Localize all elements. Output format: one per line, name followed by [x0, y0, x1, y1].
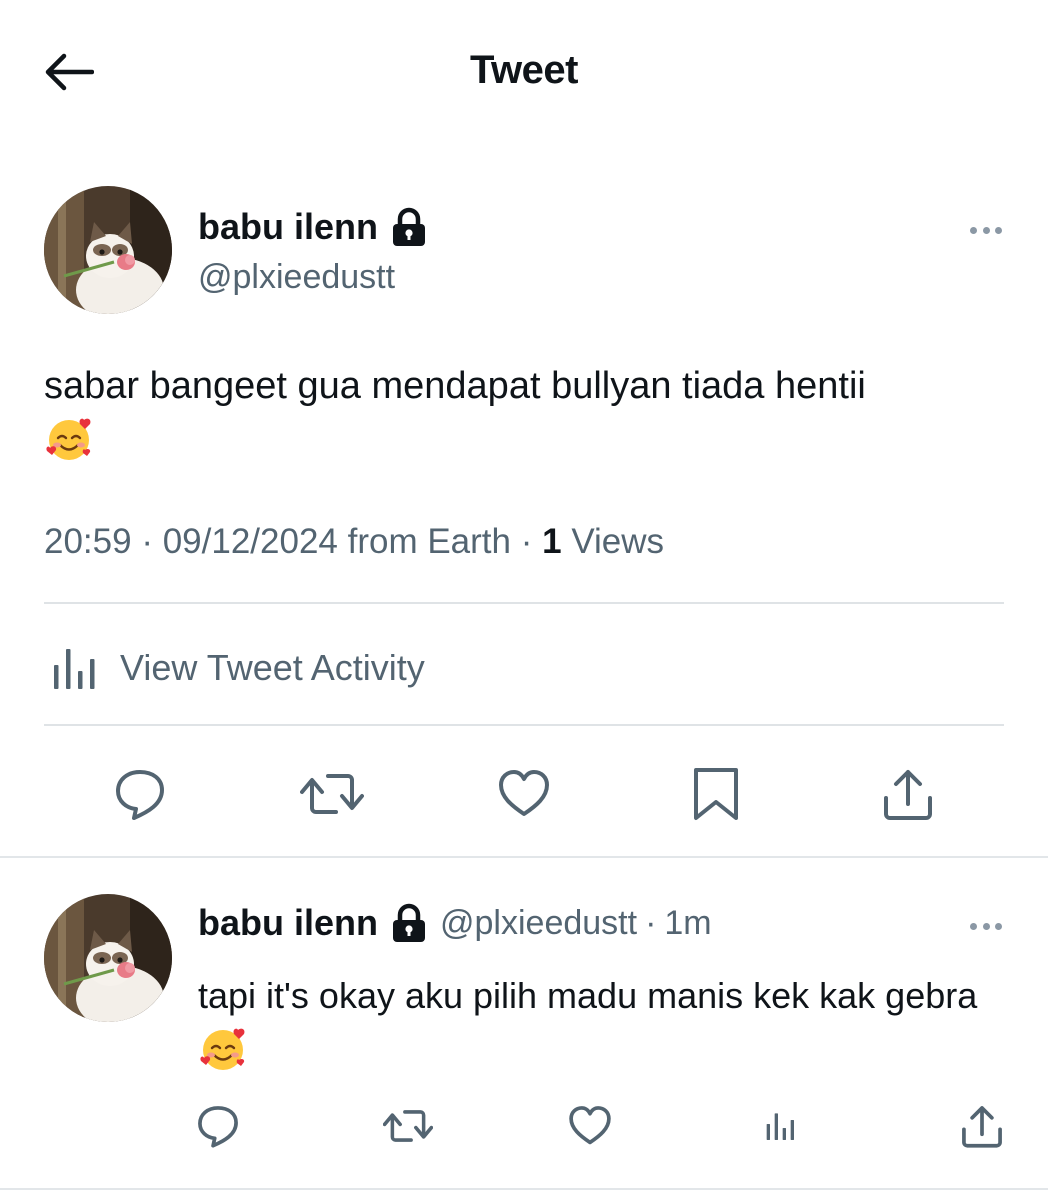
reply-time[interactable]: 1m [664, 904, 711, 943]
divider [0, 856, 1048, 858]
reply-text-content: tapi it's okay aku pilih madu manis kek … [198, 975, 978, 1016]
author-name[interactable]: babu ilenn [198, 902, 378, 944]
cat-avatar-image [44, 186, 172, 314]
tweet-text: sabar bangeet gua mendapat bullyan tiada… [44, 358, 1004, 470]
reply-header: babu ilenn @plxieedustt · 1m [198, 902, 712, 944]
bookmark-button[interactable] [682, 760, 750, 828]
reply-button[interactable] [190, 1098, 246, 1154]
analytics-icon [54, 649, 95, 689]
cat-avatar-image [44, 894, 172, 1022]
reply-text: tapi it's okay aku pilih madu manis kek … [198, 968, 1018, 1080]
retweet-icon [383, 1110, 433, 1142]
like-button[interactable] [490, 760, 558, 828]
views-button[interactable] [752, 1098, 808, 1154]
tweet-meta: 20:59 · 09/12/2024 from Earth · 1 Views [44, 522, 665, 561]
smiling-face-with-hearts-icon [200, 1028, 245, 1070]
views-label: Views [571, 522, 665, 561]
reply-button[interactable] [106, 760, 174, 828]
avatar[interactable] [44, 894, 172, 1022]
share-icon [962, 1106, 1002, 1148]
tweet-time[interactable]: 20:59 [44, 522, 132, 561]
tweet-source: from Earth [347, 522, 511, 561]
share-icon [884, 770, 932, 820]
retweet-button[interactable] [298, 760, 366, 828]
divider [0, 1188, 1048, 1190]
share-button[interactable] [954, 1098, 1010, 1154]
reply-icon [198, 1106, 238, 1148]
lock-icon [393, 903, 425, 942]
activity-label: View Tweet Activity [120, 647, 425, 688]
views-icon [766, 1113, 794, 1140]
share-button[interactable] [874, 760, 942, 828]
views-count: 1 [542, 522, 562, 561]
top-bar: Tweet [0, 0, 1048, 140]
retweet-button[interactable] [380, 1098, 436, 1154]
like-icon [569, 1106, 611, 1145]
bookmark-icon [694, 768, 738, 820]
author-handle[interactable]: @plxieedustt [440, 904, 637, 943]
page-title: Tweet [470, 48, 578, 92]
tweet-date[interactable]: 09/12/2024 [163, 522, 338, 561]
tweet-text-content: sabar bangeet gua mendapat bullyan tiada… [44, 365, 866, 407]
reply-icon [116, 770, 164, 820]
more-horizontal-icon[interactable] [964, 220, 1008, 240]
tweet-action-bar [44, 760, 1004, 828]
author-handle[interactable]: @plxieedustt [198, 258, 395, 297]
avatar[interactable] [44, 186, 172, 314]
retweet-icon [300, 774, 364, 814]
view-tweet-activity-button[interactable]: View Tweet Activity [44, 630, 1004, 706]
author-name: babu ilenn [198, 206, 378, 247]
reply-action-bar [190, 1098, 1020, 1158]
like-button[interactable] [562, 1098, 618, 1154]
like-icon [499, 770, 549, 816]
more-horizontal-icon[interactable] [964, 916, 1008, 936]
divider [44, 724, 1004, 726]
divider [44, 602, 1004, 604]
lock-icon [393, 207, 425, 246]
author-name-row[interactable]: babu ilenn [198, 206, 428, 248]
separator: · [645, 903, 657, 942]
smiling-face-with-hearts-icon [46, 418, 91, 460]
